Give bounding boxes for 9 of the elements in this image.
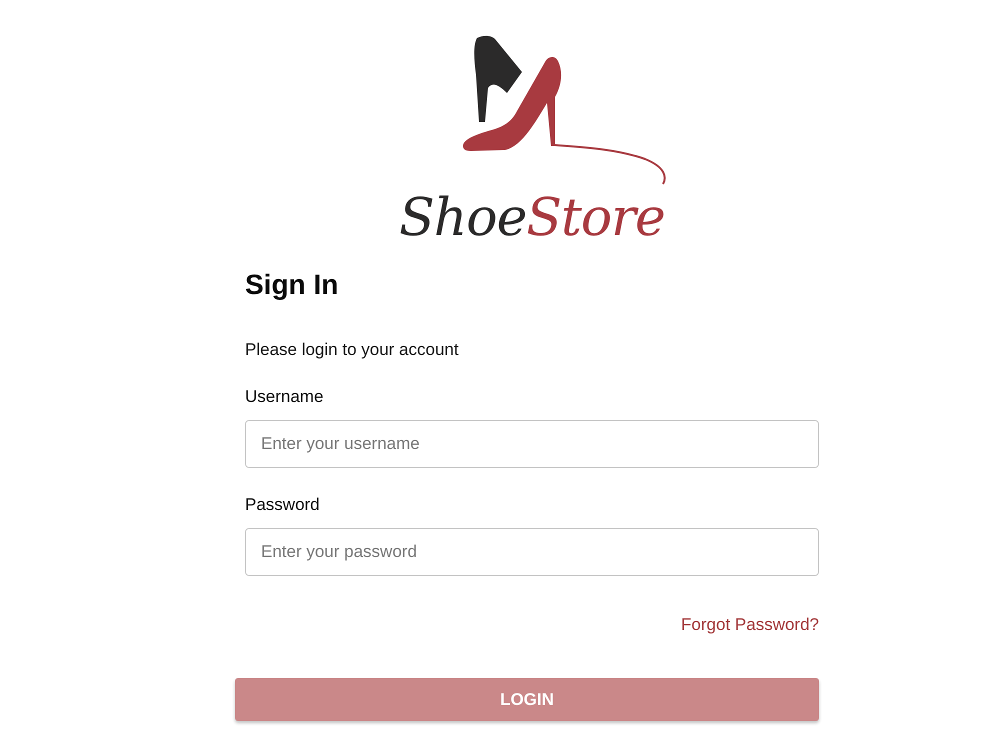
subtitle-text: Please login to your account xyxy=(245,339,459,361)
input-field[interactable]: Enter your username xyxy=(245,420,819,468)
field-label: Password xyxy=(245,494,320,516)
input-field[interactable]: Enter your password xyxy=(245,528,819,576)
logo-text: Shoe xyxy=(399,188,526,248)
forgot-password-link[interactable]: Forgot Password? xyxy=(681,614,819,636)
logo-text: Store xyxy=(526,188,665,248)
field-label: Username xyxy=(245,386,324,408)
sign-in-heading: Sign In xyxy=(245,268,338,302)
